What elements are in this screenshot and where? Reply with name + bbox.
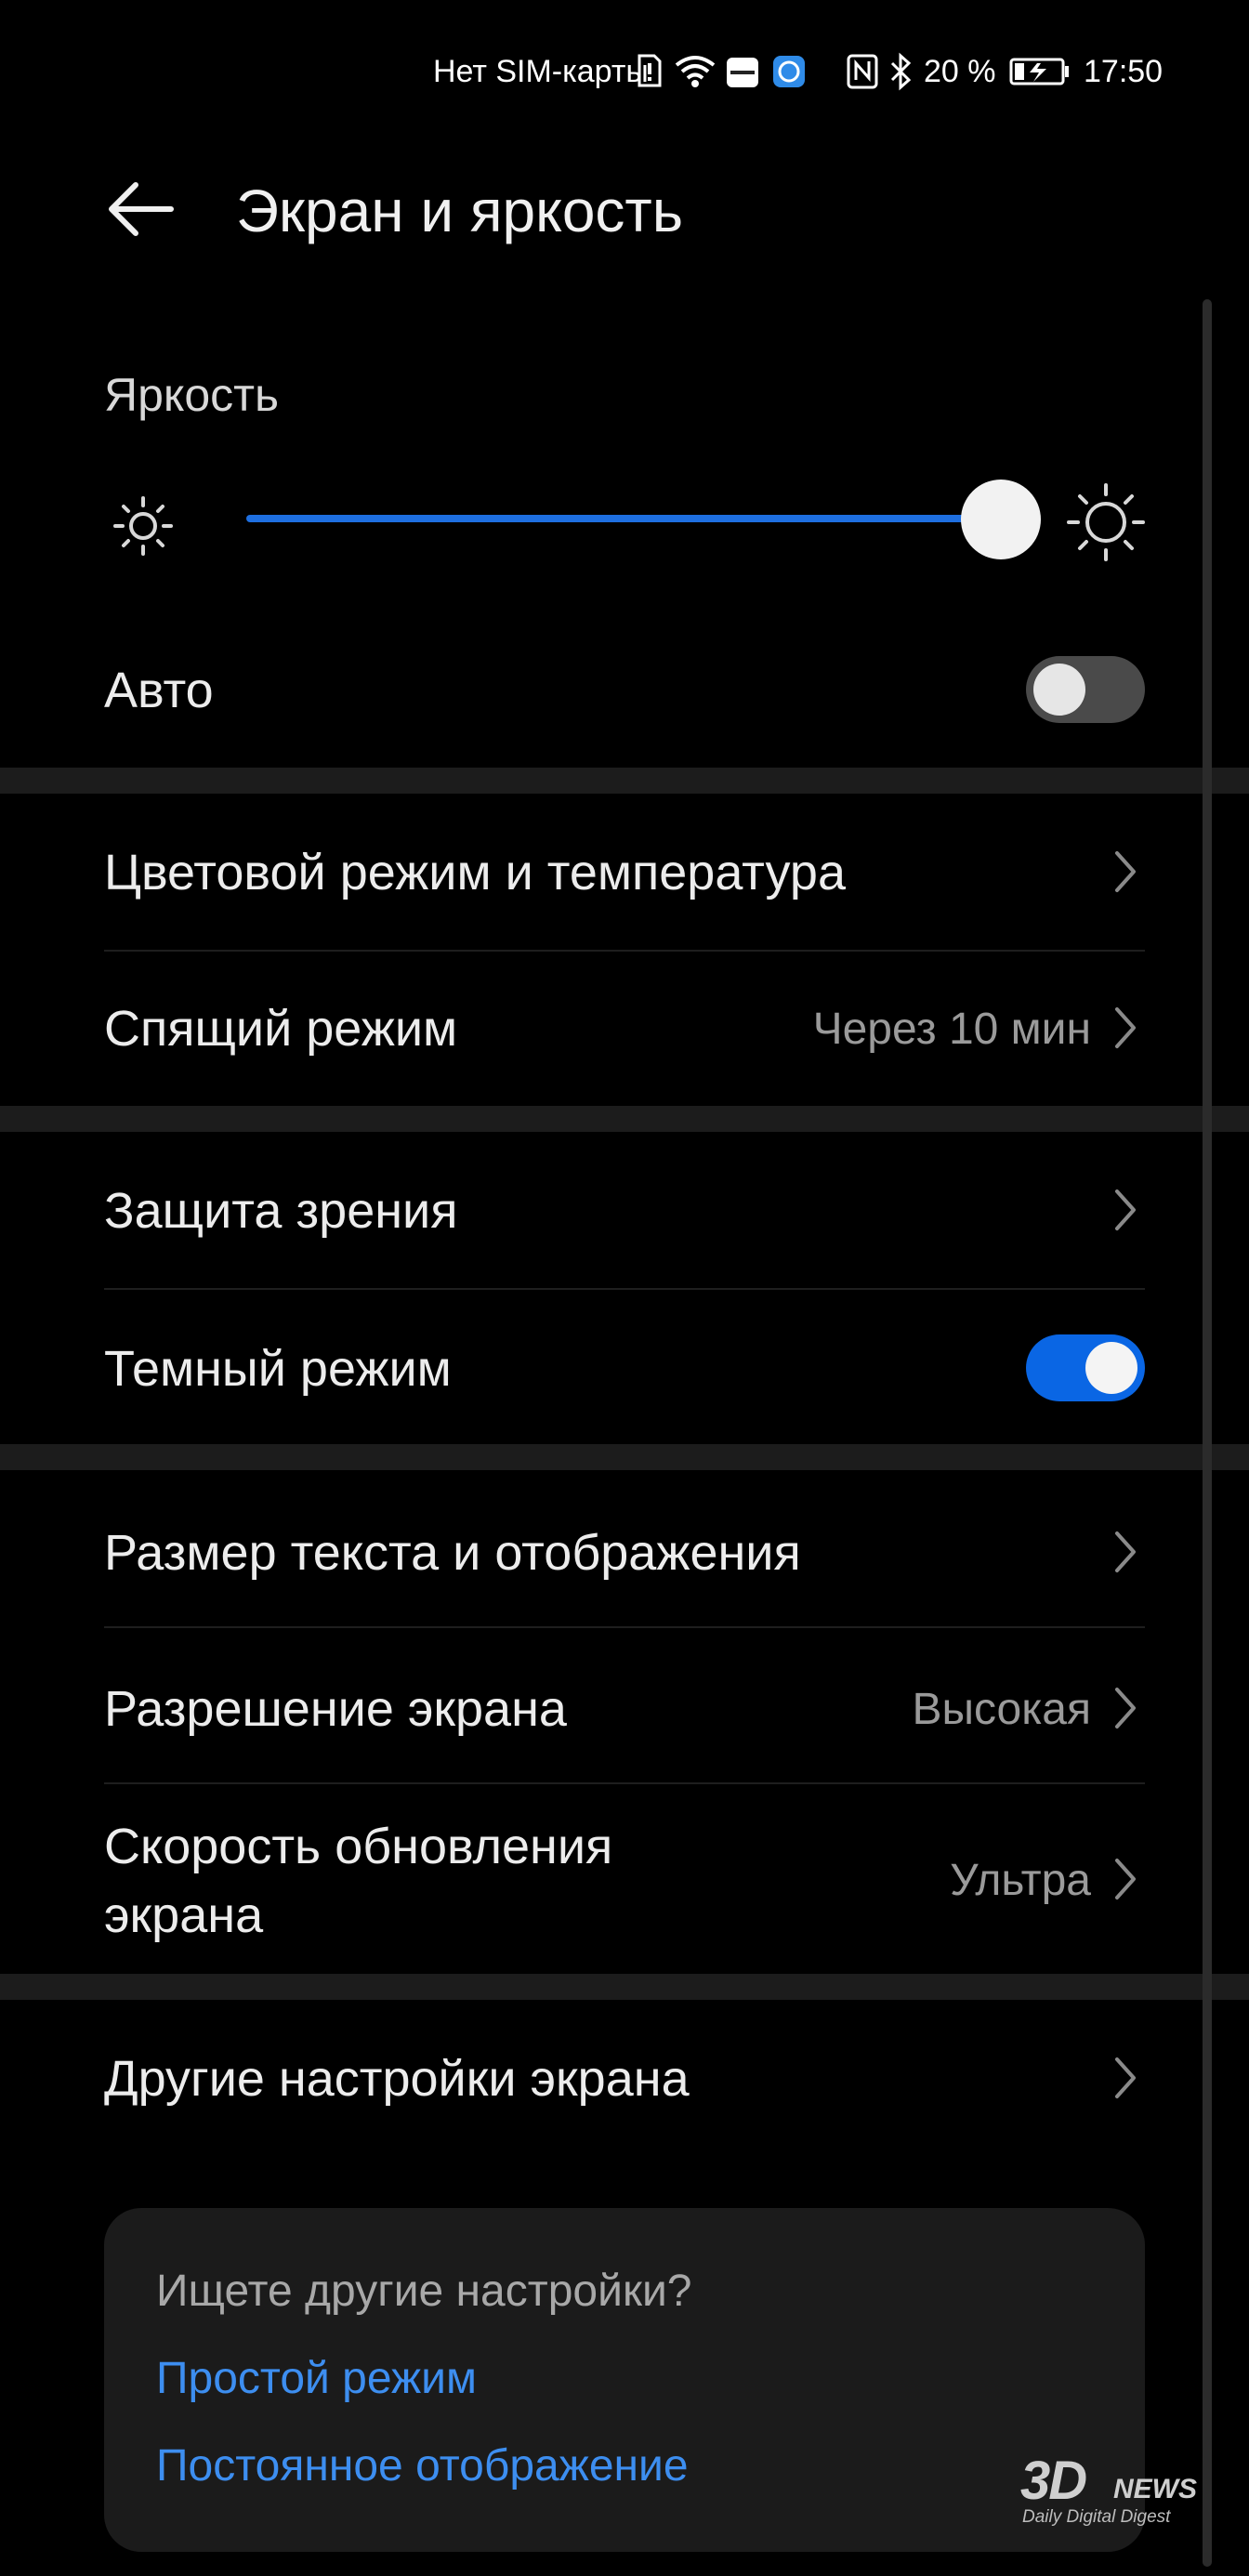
row-label: Темный режим	[104, 1341, 452, 1397]
row-refresh-rate[interactable]: Скорость обновления экрана Ультра	[0, 1784, 1249, 1974]
watermark-brand: 3D	[1020, 2451, 1087, 2511]
row-label-line2: экрана	[104, 1887, 264, 1943]
row-other-settings[interactable]: Другие настройки экрана	[0, 2000, 1249, 2156]
row-label: Защита зрения	[104, 1183, 458, 1239]
section-divider	[0, 768, 1249, 794]
chevron-right-icon	[1110, 1682, 1141, 1734]
section-divider	[0, 1444, 1249, 1470]
row-color-mode[interactable]: Цветовой режим и температура	[0, 794, 1249, 950]
chevron-right-icon	[1110, 2052, 1141, 2104]
battery-charging-icon	[1009, 52, 1071, 94]
row-value: Высокая	[912, 1685, 1092, 1734]
arrow-left-icon	[109, 182, 174, 236]
sim-alert-icon	[636, 52, 664, 94]
row-value: Ультра	[950, 1856, 1091, 1905]
status-bar: Нет SIM-карты 20 % 17:50	[0, 0, 1249, 149]
bluetooth-icon	[888, 52, 914, 96]
row-label: Цветовой режим и температура	[104, 845, 846, 900]
row-text-size[interactable]: Размер текста и отображения	[0, 1470, 1249, 1626]
chevron-right-icon	[1110, 1002, 1141, 1054]
back-button[interactable]	[102, 167, 186, 251]
battery-percent: 20 %	[924, 54, 996, 89]
wifi-icon	[673, 52, 717, 94]
suggestions-title: Ищете другие настройки?	[156, 2267, 692, 2316]
always-on-display-link[interactable]: Постоянное отображение	[156, 2440, 689, 2491]
row-label: Размер текста и отображения	[104, 1525, 801, 1581]
clock: 17:50	[1084, 54, 1164, 89]
app-icon	[771, 52, 807, 94]
section-divider	[0, 1106, 1249, 1132]
simple-mode-link[interactable]: Простой режим	[156, 2353, 477, 2404]
chevron-right-icon	[1110, 1853, 1141, 1905]
watermark-brand-suffix: NEWS	[1113, 2474, 1197, 2504]
row-label: Другие настройки экрана	[104, 2051, 690, 2107]
dark-mode-toggle[interactable]	[1026, 1334, 1145, 1401]
watermark-tagline: Daily Digital Digest	[1022, 2507, 1171, 2527]
carrier-label: Нет SIM-карты	[433, 54, 649, 89]
auto-brightness-label: Авто	[104, 663, 214, 718]
section-divider	[0, 1974, 1249, 2000]
row-label-line1: Скорость обновления	[104, 1819, 613, 1874]
row-label: Разрешение экрана	[104, 1681, 567, 1737]
row-resolution[interactable]: Разрешение экрана Высокая	[0, 1628, 1249, 1782]
sun-small-icon	[110, 493, 177, 559]
scrollbar[interactable]	[1203, 299, 1212, 2567]
sun-large-icon	[1065, 481, 1147, 563]
toggle-knob	[1085, 1342, 1137, 1394]
chevron-right-icon	[1110, 1184, 1141, 1236]
nfc-icon	[846, 52, 879, 94]
auto-brightness-toggle[interactable]	[1026, 656, 1145, 723]
row-dark-mode: Темный режим	[0, 1290, 1249, 1444]
brightness-label: Яркость	[104, 369, 280, 421]
brightness-slider-thumb[interactable]	[961, 480, 1041, 559]
brightness-slider-track[interactable]	[246, 515, 1001, 522]
chevron-right-icon	[1110, 1526, 1141, 1578]
toggle-knob	[1033, 664, 1085, 716]
row-label: Спящий режим	[104, 1001, 458, 1057]
page-title: Экран и яркость	[236, 177, 684, 244]
row-value: Через 10 мин	[812, 1005, 1091, 1054]
chevron-right-icon	[1110, 846, 1141, 898]
huawei-app-icon	[725, 52, 760, 94]
watermark-logo: 3D NEWS Daily Digital Digest	[1020, 2450, 1216, 2531]
row-eye-comfort[interactable]: Защита зрения	[0, 1132, 1249, 1288]
row-sleep[interactable]: Спящий режим Через 10 мин	[0, 952, 1249, 1106]
